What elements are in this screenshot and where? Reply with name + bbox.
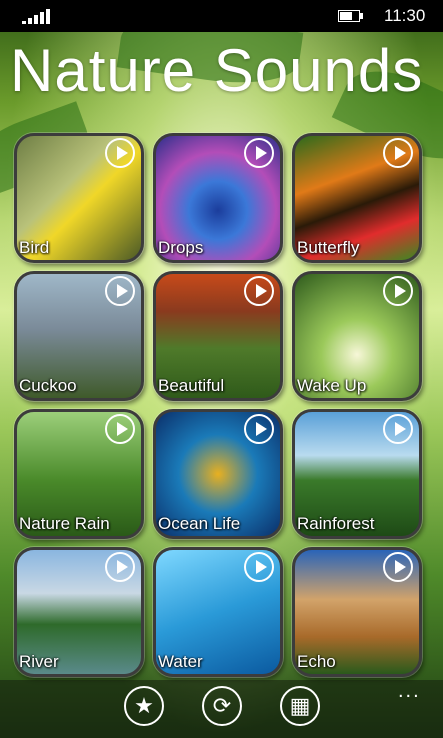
tile-label: Wake Up — [297, 376, 367, 395]
sound-tile[interactable]: Nature Rain — [14, 409, 144, 539]
sound-tile[interactable]: Echo — [292, 547, 422, 677]
play-icon[interactable] — [105, 552, 135, 582]
refresh-icon[interactable]: ⟳ — [202, 686, 242, 726]
tile-label: Bird — [19, 238, 50, 257]
tile-label: Cuckoo — [19, 376, 77, 395]
play-icon[interactable] — [383, 414, 413, 444]
tile-label: Water — [158, 652, 203, 671]
tile-label: Nature Rain — [19, 514, 110, 533]
tile-label: Butterfly — [297, 238, 360, 257]
tile-label: Rainforest — [297, 514, 375, 533]
tile-label: River — [19, 652, 59, 671]
sound-tile[interactable]: Water — [153, 547, 283, 677]
play-icon[interactable] — [383, 276, 413, 306]
play-icon[interactable] — [244, 276, 274, 306]
play-icon[interactable] — [105, 138, 135, 168]
sound-tile[interactable]: Drops — [153, 133, 283, 263]
sound-tile[interactable]: Cuckoo — [14, 271, 144, 401]
tile-label: Drops — [158, 238, 204, 257]
play-icon[interactable] — [244, 414, 274, 444]
status-clock: 11:30 — [384, 6, 426, 25]
more-options-button[interactable]: ... — [398, 680, 421, 703]
sound-tile[interactable]: Butterfly — [292, 133, 422, 263]
star-icon[interactable]: ★ — [124, 686, 164, 726]
play-icon[interactable] — [383, 552, 413, 582]
tile-label: Ocean Life — [158, 514, 241, 533]
play-icon[interactable] — [383, 138, 413, 168]
sound-tile[interactable]: Wake Up — [292, 271, 422, 401]
signal-strength-icon — [22, 8, 50, 24]
tile-label: Beautiful — [158, 376, 225, 395]
battery-charging-icon — [338, 10, 364, 22]
sound-tile[interactable]: River — [14, 547, 144, 677]
tile-label: Echo — [297, 652, 336, 671]
status-bar: 11:30 — [0, 0, 443, 32]
sound-tile[interactable]: Beautiful — [153, 271, 283, 401]
sound-tile[interactable]: Bird — [14, 133, 144, 263]
play-icon[interactable] — [105, 276, 135, 306]
play-icon[interactable] — [105, 414, 135, 444]
play-icon[interactable] — [244, 138, 274, 168]
sound-tile[interactable]: Rainforest — [292, 409, 422, 539]
sound-tile[interactable]: Ocean Life — [153, 409, 283, 539]
page-title: Nature Sounds — [10, 37, 424, 104]
play-icon[interactable] — [244, 552, 274, 582]
windows-store-icon[interactable]: ▦ — [280, 686, 320, 726]
